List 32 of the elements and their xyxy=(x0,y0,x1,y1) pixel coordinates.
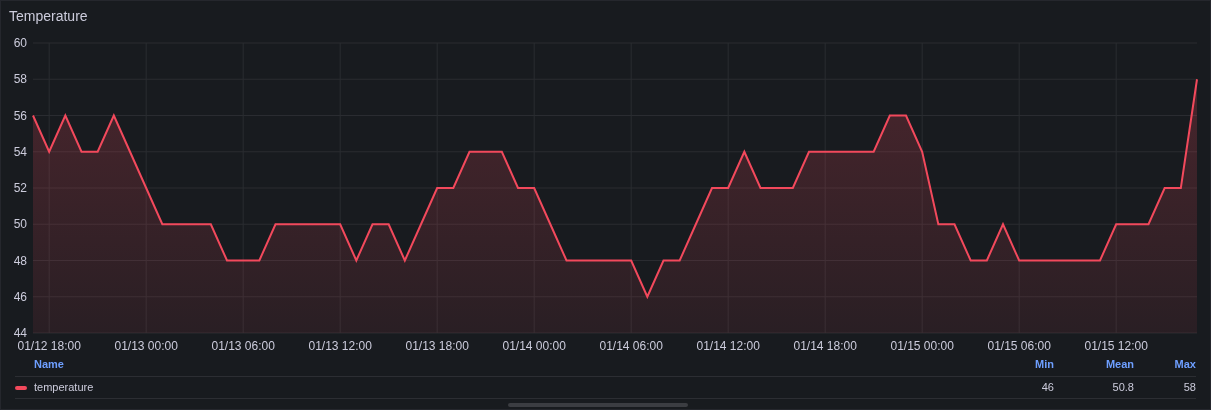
x-tick-label: 01/13 18:00 xyxy=(405,339,469,353)
column-header[interactable]: Mean xyxy=(1054,355,1134,372)
y-tick-label: 50 xyxy=(13,217,27,232)
series-swatch[interactable] xyxy=(15,385,27,390)
scrollbar[interactable] xyxy=(508,403,688,407)
legend-value: 46 xyxy=(1040,380,1054,396)
y-tick-label: 54 xyxy=(13,144,27,159)
x-tick-label: 01/14 06:00 xyxy=(599,339,663,353)
legend-value: 50.8 xyxy=(1111,380,1134,396)
x-tick-label: 01/15 00:00 xyxy=(890,339,954,353)
column-header[interactable]: Min xyxy=(992,355,1054,372)
y-tick-label: 60 xyxy=(13,36,27,50)
column-header[interactable]: Max xyxy=(1134,355,1196,372)
x-tick-label: 01/13 06:00 xyxy=(211,339,275,353)
x-tick-label: 01/12 18:00 xyxy=(17,339,81,353)
y-tick-label: 46 xyxy=(13,289,27,304)
series-name[interactable]: temperature xyxy=(34,379,94,396)
x-tick-label: 01/15 06:00 xyxy=(987,339,1051,353)
x-tick-label: 01/13 12:00 xyxy=(308,339,372,353)
y-tick-label: 52 xyxy=(13,181,27,195)
y-tick-label: 58 xyxy=(13,72,27,87)
x-tick-label: 01/13 00:00 xyxy=(114,339,178,353)
y-tick-label: 56 xyxy=(13,108,27,123)
x-tick-label: 01/14 00:00 xyxy=(502,339,566,353)
panel-title: Temperature xyxy=(8,7,89,26)
x-tick-label: 01/14 18:00 xyxy=(793,339,857,353)
column-header[interactable]: Name xyxy=(15,355,992,372)
legend-value: 58 xyxy=(1182,380,1196,396)
x-tick-label: 01/15 12:00 xyxy=(1084,339,1148,353)
y-tick-label: 48 xyxy=(13,253,27,268)
x-tick-label: 01/14 12:00 xyxy=(696,339,760,353)
y-tick-label: 44 xyxy=(13,326,27,340)
